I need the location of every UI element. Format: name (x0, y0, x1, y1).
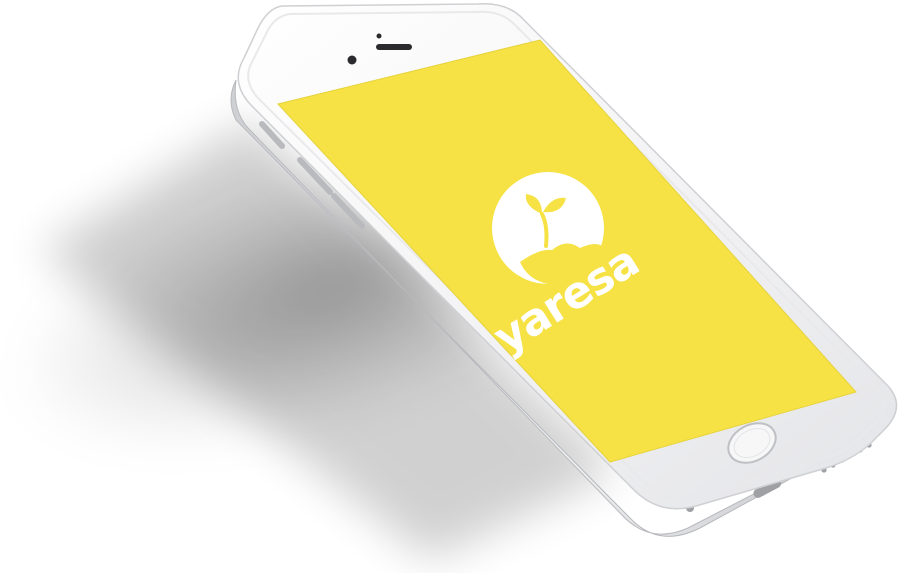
camera-icon (347, 55, 357, 65)
device-mockup-scene: yaresa (0, 0, 906, 573)
phone-illustration: yaresa (13, 3, 898, 560)
speaker-icon (376, 44, 412, 50)
proximity-sensor (376, 33, 382, 39)
